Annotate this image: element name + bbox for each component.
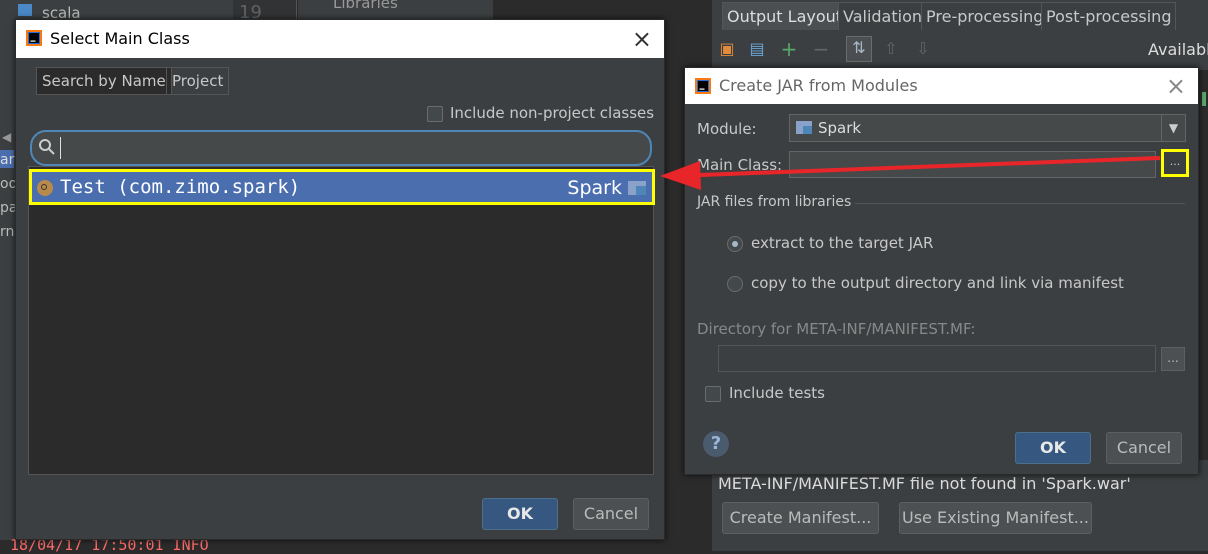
manifest-dir-browse-button[interactable]: ... — [1161, 347, 1185, 371]
module-name: Spark — [567, 177, 622, 199]
available-label: Available — [1148, 40, 1208, 59]
dialog-title: Create JAR from Modules — [719, 76, 918, 95]
search-icon — [38, 138, 56, 156]
manifest-warning: META-INF/MANIFEST.MF file not found in '… — [718, 474, 1131, 493]
add-icon[interactable]: + — [778, 38, 800, 60]
include-tests-checkbox[interactable] — [705, 386, 721, 402]
close-icon[interactable]: × — [1166, 68, 1186, 104]
copy-radio[interactable] — [727, 276, 743, 292]
console-strip: 18/04/17 17:50:01 INFO — [0, 536, 712, 554]
create-manifest-button[interactable]: Create Manifest... — [722, 502, 879, 534]
dialog-title: Select Main Class — [50, 29, 190, 48]
chevron-down-icon[interactable]: ▼ — [1161, 115, 1185, 141]
extract-radio[interactable] — [727, 236, 743, 252]
move-down-icon[interactable]: ⇩ — [912, 38, 934, 60]
folder-icon — [18, 4, 32, 16]
main-class-label: Main Class: — [697, 156, 783, 174]
tab-validation[interactable]: Validation — [838, 2, 928, 30]
tab-output-layout[interactable]: Output Layout — [722, 2, 848, 30]
archive-icon[interactable]: ▤ — [746, 38, 768, 60]
manifest-dir-label: Directory for META-INF/MANIFEST.MF: — [697, 320, 976, 338]
libraries-label[interactable]: Libraries — [333, 0, 398, 12]
status-stripe — [1202, 92, 1206, 106]
help-icon[interactable]: ? — [703, 431, 729, 457]
libraries-section-title: JAR files from libraries — [697, 194, 852, 210]
include-non-project-label: Include non-project classes — [450, 104, 655, 122]
tab-search-by-name[interactable]: Search by Name — [36, 67, 172, 95]
module-label: Module: — [697, 120, 757, 138]
manifest-dir-field[interactable] — [718, 345, 1156, 372]
intellij-logo-icon — [26, 30, 42, 46]
ok-button[interactable]: OK — [482, 498, 558, 530]
module-folder-icon — [796, 121, 812, 134]
tab-project[interactable]: Project — [166, 67, 230, 95]
remove-icon[interactable]: − — [810, 38, 832, 60]
cancel-button[interactable]: Cancel — [573, 498, 649, 530]
dialog-titlebar: Select Main Class × — [16, 20, 664, 58]
search-field[interactable] — [30, 130, 652, 166]
search-input[interactable] — [64, 136, 634, 160]
class-icon — [37, 180, 53, 196]
create-jar-dialog: Create JAR from Modules × Module: Spark … — [684, 67, 1199, 475]
tab-post-processing[interactable]: Post-processing — [1041, 2, 1177, 30]
tab-pre-processing[interactable]: Pre-processing — [921, 2, 1049, 30]
select-main-class-dialog: Select Main Class × Search by Name Proje… — [15, 19, 665, 540]
collapse-arrow-icon[interactable]: ◀ — [2, 130, 11, 144]
class-name: Test (com.zimo.spark) — [60, 176, 301, 198]
list-item[interactable]: Test (com.zimo.spark) Spark — [29, 169, 655, 205]
text-caret — [60, 137, 61, 159]
add-folder-icon[interactable]: ▣ — [716, 38, 738, 60]
extract-label: extract to the target JAR — [751, 234, 934, 252]
use-existing-manifest-button[interactable]: Use Existing Manifest... — [899, 502, 1092, 534]
available-tree-edge — [1198, 70, 1208, 460]
cancel-button[interactable]: Cancel — [1106, 432, 1182, 464]
copy-label: copy to the output directory and link vi… — [751, 274, 1124, 292]
sort-icon[interactable]: ⇅ — [846, 36, 872, 62]
module-select[interactable]: Spark ▼ — [789, 114, 1186, 142]
main-class-field[interactable] — [789, 151, 1156, 178]
include-tests-label: Include tests — [729, 384, 825, 402]
move-up-icon[interactable]: ⇧ — [880, 38, 902, 60]
close-icon[interactable]: × — [632, 20, 652, 58]
module-value: Spark — [818, 119, 862, 137]
ok-button[interactable]: OK — [1015, 432, 1091, 464]
dialog-titlebar: Create JAR from Modules × — [685, 68, 1198, 104]
main-class-browse-button[interactable]: ... — [1167, 156, 1183, 172]
intellij-logo-icon — [695, 78, 711, 94]
module-folder-icon — [628, 181, 646, 195]
results-list: Test (com.zimo.spark) Spark — [28, 166, 655, 475]
section-divider — [855, 203, 1185, 204]
include-non-project-checkbox[interactable] — [427, 106, 443, 122]
